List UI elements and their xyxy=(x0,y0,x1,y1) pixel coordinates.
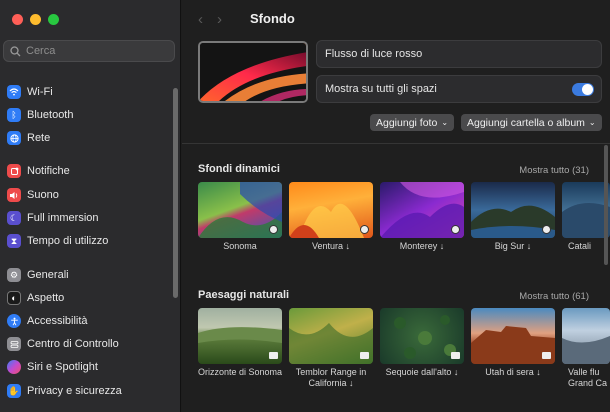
chevron-down-icon: ⌄ xyxy=(588,118,596,127)
chevron-down-icon: ⌄ xyxy=(441,118,449,127)
show-all-dynamic-link[interactable]: Mostra tutto (31) xyxy=(519,165,589,176)
sidebar-item-label: Accessibilità xyxy=(27,315,88,327)
sidebar-item-label: Full immersion xyxy=(27,212,99,224)
wallpaper-thumb-sonoma[interactable] xyxy=(198,182,282,238)
navigation: ‹ › xyxy=(198,11,222,28)
current-wallpaper-preview xyxy=(198,41,308,103)
sidebar-item-label: Aspetto xyxy=(27,292,65,304)
sidebar-item-label: Wi-Fi xyxy=(27,86,53,98)
wallpaper-thumb-temblor-range[interactable] xyxy=(289,308,373,364)
sidebar-item-label: Rete xyxy=(27,132,51,144)
wallpaper-caption: Valle flu Grand Ca xyxy=(568,367,608,388)
divider xyxy=(182,143,610,144)
sidebar-item-tempo-di-utilizzo[interactable]: ⧗ Tempo di utilizzo xyxy=(7,231,108,251)
wallpaper-thumb-utah-di-sera[interactable] xyxy=(471,308,555,364)
search-icon xyxy=(10,45,21,56)
wallpaper-caption: Sequoie dall'alto ↓ xyxy=(385,367,459,377)
wallpaper-caption: Catali xyxy=(568,241,592,251)
show-all-spaces-label: Mostra su tutti gli spazi xyxy=(325,83,437,95)
sidebar-item-bluetooth[interactable]: ᛒ Bluetooth xyxy=(7,105,73,125)
speaker-icon xyxy=(7,188,21,202)
network-icon xyxy=(7,131,21,145)
minimize-window-button[interactable] xyxy=(30,14,41,25)
sidebar-scrollbar[interactable] xyxy=(173,88,178,298)
sidebar-item-label: Notifiche xyxy=(27,165,70,177)
main-scrollbar[interactable] xyxy=(604,145,608,265)
sidebar-item-wifi[interactable]: Wi-Fi xyxy=(7,82,53,102)
wallpaper-caption: Monterey ↓ xyxy=(399,241,445,251)
window-controls xyxy=(12,14,59,25)
video-icon xyxy=(451,352,460,359)
close-window-button[interactable] xyxy=(12,14,23,25)
wallpaper-name: Flusso di luce rosso xyxy=(325,48,423,60)
show-all-spaces-row: Mostra su tutti gli spazi xyxy=(316,75,602,103)
sidebar: Wi-Fi ᛒ Bluetooth Rete Notifiche Suono ☾… xyxy=(0,0,181,412)
add-folder-button[interactable]: Aggiungi cartella o album ⌄ xyxy=(461,114,602,131)
show-all-spaces-toggle[interactable] xyxy=(572,83,594,96)
wallpaper-caption: Ventura ↓ xyxy=(311,241,351,251)
siri-icon xyxy=(7,360,21,374)
wallpaper-thumb-grand-canyon[interactable] xyxy=(562,308,610,364)
sidebar-item-suono[interactable]: Suono xyxy=(7,185,59,205)
hourglass-icon: ⧗ xyxy=(7,234,21,248)
dynamic-badge-icon xyxy=(542,225,551,234)
appearance-icon: ◐ xyxy=(7,291,21,305)
forward-button[interactable]: › xyxy=(217,11,222,28)
wallpaper-caption: Orizzonte di Sonoma xyxy=(197,367,283,377)
moon-icon: ☾ xyxy=(7,211,21,225)
show-all-landscapes-link[interactable]: Mostra tutto (61) xyxy=(519,291,589,302)
bluetooth-icon: ᛒ xyxy=(7,108,21,122)
wallpaper-caption: Temblor Range in California ↓ xyxy=(295,367,367,388)
bell-icon xyxy=(7,164,21,178)
wallpaper-thumb-sequoie[interactable] xyxy=(380,308,464,364)
video-icon xyxy=(269,352,278,359)
back-button[interactable]: ‹ xyxy=(198,11,203,28)
sidebar-item-generali[interactable]: ⚙ Generali xyxy=(7,265,69,285)
sidebar-item-label: Centro di Controllo xyxy=(27,338,119,350)
wallpaper-thumb-catalina[interactable] xyxy=(562,182,610,238)
sidebar-item-label: Siri e Spotlight xyxy=(27,361,98,373)
sidebar-item-centro-di-controllo[interactable]: Centro di Controllo xyxy=(7,334,119,354)
add-photo-label: Aggiungi foto xyxy=(376,116,438,129)
wallpaper-caption: Sonoma xyxy=(223,241,257,251)
main-pane: ‹ › Sfondo Flusso di luce rosso Mostra s… xyxy=(182,0,610,412)
sidebar-item-label: Privacy e sicurezza xyxy=(27,385,122,397)
sidebar-item-label: Tempo di utilizzo xyxy=(27,235,109,247)
page-title: Sfondo xyxy=(250,11,295,26)
sidebar-item-notifiche[interactable]: Notifiche xyxy=(7,161,70,181)
sidebar-item-siri-e-spotlight[interactable]: Siri e Spotlight xyxy=(7,357,98,377)
wifi-icon xyxy=(7,85,21,99)
sidebar-item-label: Generali xyxy=(27,269,69,281)
sidebar-item-aspetto[interactable]: ◐ Aspetto xyxy=(7,288,64,308)
sidebar-item-full-immersion[interactable]: ☾ Full immersion xyxy=(7,208,99,228)
sidebar-item-privacy-e-sicurezza[interactable]: ✋ Privacy e sicurezza xyxy=(7,381,122,401)
sidebar-item-label: Bluetooth xyxy=(27,109,74,121)
zoom-window-button[interactable] xyxy=(48,14,59,25)
wallpaper-thumb-big-sur[interactable] xyxy=(471,182,555,238)
section-title-landscapes: Paesaggi naturali xyxy=(198,289,290,301)
wallpaper-thumb-ventura[interactable] xyxy=(289,182,373,238)
wallpaper-name-field: Flusso di luce rosso xyxy=(316,40,602,68)
video-icon xyxy=(542,352,551,359)
add-folder-label: Aggiungi cartella o album xyxy=(467,116,585,129)
sidebar-item-accessibilita[interactable]: Accessibilità xyxy=(7,311,88,331)
dynamic-badge-icon xyxy=(269,225,278,234)
search-input[interactable] xyxy=(26,45,166,57)
dynamic-badge-icon xyxy=(451,225,460,234)
sidebar-item-label: Suono xyxy=(27,189,59,201)
section-title-dynamic: Sfondi dinamici xyxy=(198,163,280,175)
dynamic-badge-icon xyxy=(360,225,369,234)
sidebar-item-rete[interactable]: Rete xyxy=(7,128,50,148)
hand-icon: ✋ xyxy=(7,384,21,398)
gear-icon: ⚙ xyxy=(7,268,21,282)
accessibility-icon xyxy=(7,314,21,328)
add-photo-button[interactable]: Aggiungi foto ⌄ xyxy=(370,114,455,131)
search-field[interactable] xyxy=(3,40,175,62)
wallpaper-caption: Big Sur ↓ xyxy=(494,241,532,251)
wallpaper-thumb-orizzonte-di-sonoma[interactable] xyxy=(198,308,282,364)
wallpaper-thumb-monterey[interactable] xyxy=(380,182,464,238)
wallpaper-caption: Utah di sera ↓ xyxy=(485,367,541,377)
control-center-icon xyxy=(7,337,21,351)
video-icon xyxy=(360,352,369,359)
